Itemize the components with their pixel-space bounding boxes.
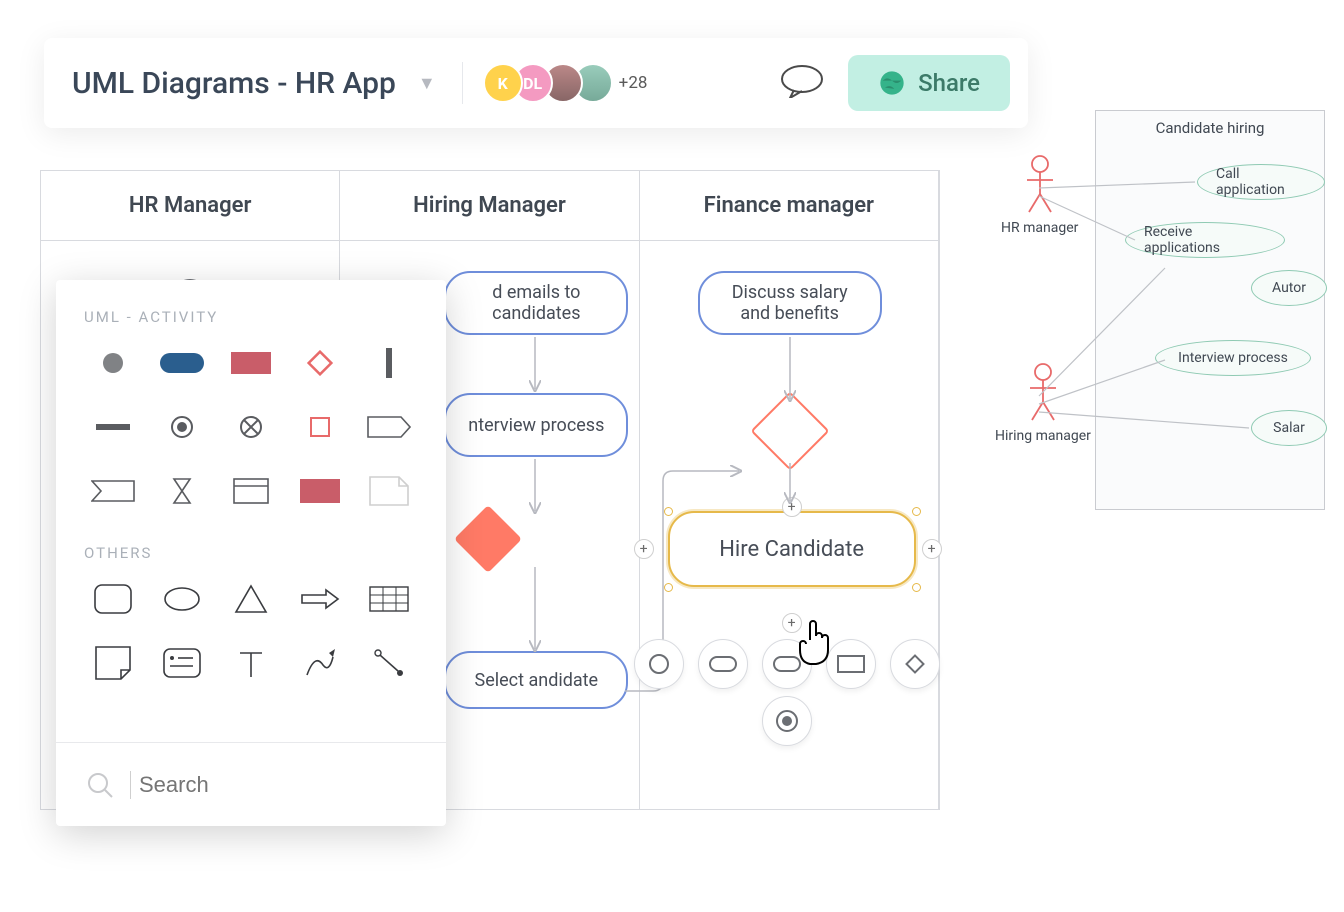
shape-arrow[interactable] <box>297 584 343 614</box>
palette-section-others: OTHERS <box>84 544 418 562</box>
selection-handle[interactable] <box>664 507 673 516</box>
palette-section-uml: UML - ACTIVITY <box>84 308 418 326</box>
palette-search[interactable] <box>56 742 446 826</box>
shape-fork[interactable] <box>366 348 412 378</box>
shape-final-node[interactable] <box>159 412 205 442</box>
search-icon <box>86 771 114 799</box>
shape-time-event[interactable] <box>159 476 205 506</box>
activity-node-interview[interactable]: nterview process <box>444 393 628 457</box>
collaborator-avatars[interactable]: K DL +28 <box>493 63 648 103</box>
quick-shape-toolbar <box>634 639 940 689</box>
shape-freehand[interactable] <box>297 648 343 678</box>
shape-ellipse[interactable] <box>159 584 205 614</box>
shape-activity[interactable] <box>159 348 205 378</box>
node-plus-right[interactable]: + <box>922 539 942 559</box>
shape-table[interactable] <box>366 584 412 614</box>
shape-palette: UML - ACTIVITY OTHERS <box>56 280 446 826</box>
shape-action[interactable] <box>228 348 274 378</box>
qshape-target[interactable] <box>762 696 812 746</box>
shape-join[interactable] <box>90 412 136 442</box>
decision-node[interactable] <box>454 505 522 573</box>
usecase-bubble[interactable]: Receive applications <box>1125 222 1285 258</box>
comment-icon[interactable] <box>780 64 824 102</box>
node-plus-top[interactable]: + <box>782 497 802 517</box>
shape-connector[interactable] <box>366 648 412 678</box>
swimlane-header: HR Manager <box>41 171 339 241</box>
shape-text[interactable] <box>228 648 274 678</box>
qshape-rounded[interactable] <box>698 639 748 689</box>
shape-decision[interactable] <box>297 348 343 378</box>
shape-signal-receive[interactable] <box>90 476 136 506</box>
activity-node-hire[interactable]: Hire Candidate <box>668 511 916 587</box>
usecase-title: Candidate hiring <box>1096 111 1324 137</box>
activity-node-emails[interactable]: d emails to candidates <box>444 271 628 335</box>
decision-node-hollow[interactable] <box>750 391 829 470</box>
shape-sticky[interactable] <box>90 648 136 678</box>
share-label: Share <box>918 69 980 97</box>
pointer-hand-icon <box>796 616 836 670</box>
qshape-circle[interactable] <box>634 639 684 689</box>
palette-grid-others <box>84 584 418 678</box>
actor-label: Hiring manager <box>995 428 1091 444</box>
activity-node-discuss[interactable]: Discuss salary and benefits <box>698 271 882 335</box>
activity-node-select[interactable]: Select andidate <box>444 651 628 709</box>
header-bar: UML Diagrams - HR App ▼ K DL +28 Share <box>44 38 1028 128</box>
shape-initial-node[interactable] <box>90 348 136 378</box>
node-plus-left[interactable]: + <box>634 539 654 559</box>
selection-handle[interactable] <box>912 507 921 516</box>
search-cursor <box>130 771 131 799</box>
actor-hiring[interactable]: Hiring manager <box>995 362 1091 444</box>
usecase-bubble[interactable]: Call application <box>1197 164 1325 200</box>
title-dropdown-icon[interactable]: ▼ <box>418 73 436 94</box>
shape-action-filled[interactable] <box>297 476 343 506</box>
qshape-diamond[interactable] <box>890 639 940 689</box>
shape-signal-send[interactable] <box>366 412 412 442</box>
actor-hr[interactable]: HR manager <box>1001 154 1078 236</box>
swimlane-header: Hiring Manager <box>340 171 638 241</box>
shape-card[interactable] <box>159 648 205 678</box>
separator <box>462 62 463 104</box>
shape-rounded-rect[interactable] <box>90 584 136 614</box>
page-title[interactable]: UML Diagrams - HR App <box>72 66 396 101</box>
selection-handle[interactable] <box>912 583 921 592</box>
search-input[interactable] <box>139 772 339 798</box>
shape-triangle[interactable] <box>228 584 274 614</box>
usecase-bubble[interactable]: Interview process <box>1155 340 1311 376</box>
selection-handle[interactable] <box>664 583 673 592</box>
share-button[interactable]: Share <box>848 55 1010 111</box>
usecase-bubble[interactable]: Autor <box>1251 270 1327 306</box>
usecase-bubble[interactable]: Salar <box>1251 410 1327 446</box>
swimlane-header: Finance manager <box>640 171 938 241</box>
actor-label: HR manager <box>1001 220 1078 236</box>
avatar-overflow-count[interactable]: +28 <box>619 73 648 93</box>
globe-icon <box>878 69 906 97</box>
palette-grid-uml <box>84 348 418 506</box>
avatar[interactable]: K <box>483 63 523 103</box>
shape-object[interactable] <box>297 412 343 442</box>
shape-note[interactable] <box>366 476 412 506</box>
shape-partition[interactable] <box>228 476 274 506</box>
shape-flow-final[interactable] <box>228 412 274 442</box>
